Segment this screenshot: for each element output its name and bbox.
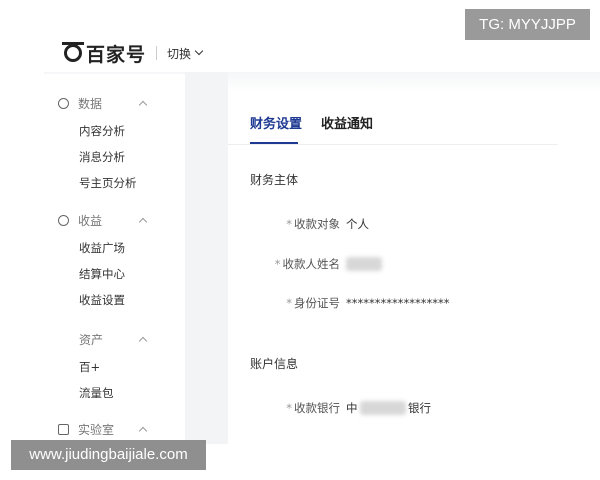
field-label: * 收款人姓名 bbox=[274, 257, 340, 271]
redacted-name bbox=[346, 257, 382, 271]
sidebar-section-assets-header[interactable]: 资产 bbox=[79, 330, 103, 348]
sidebar-item-income-settings[interactable]: 收益设置 bbox=[79, 292, 125, 308]
watermark-bottom: www.jiudingbaijiale.com bbox=[11, 440, 206, 470]
sidebar: 数据 内容分析 消息分析 号主页分析 收益 收益广场 结算中心 收益设置 资产 … bbox=[44, 74, 185, 444]
sidebar-item-traffic-pack[interactable]: 流量包 bbox=[79, 385, 114, 401]
field-label: * 收款对象 bbox=[286, 217, 340, 231]
section-title-account-info: 账户信息 bbox=[250, 357, 299, 371]
chevron-up-icon[interactable] bbox=[138, 336, 148, 346]
field-row-payee-name: * 收款人姓名 bbox=[228, 255, 558, 273]
section-title-finance-subject: 财务主体 bbox=[250, 173, 299, 187]
sidebar-section-data-header[interactable]: 数据 bbox=[58, 94, 102, 112]
tab-finance-settings[interactable]: 财务设置 bbox=[250, 116, 302, 134]
chevron-up-icon[interactable] bbox=[138, 426, 148, 436]
tab-income-notifications[interactable]: 收益通知 bbox=[321, 116, 373, 134]
pie-chart-icon bbox=[58, 97, 69, 109]
field-row-payee-type: * 收款对象 个人 bbox=[228, 215, 558, 233]
field-label: * 身份证号 bbox=[286, 296, 340, 310]
field-value-bank-suffix: 银行 bbox=[408, 401, 431, 415]
sidebar-section-income-header[interactable]: 收益 bbox=[58, 211, 102, 229]
lab-icon bbox=[58, 423, 69, 435]
field-value-id-number: ****************** bbox=[346, 296, 450, 310]
sidebar-item-homepage-analysis[interactable]: 号主页分析 bbox=[79, 175, 137, 191]
switch-label: 切换 bbox=[167, 46, 192, 61]
field-row-bank: * 收款银行 中 银行 bbox=[228, 399, 558, 417]
sidebar-item-content-analysis[interactable]: 内容分析 bbox=[79, 123, 125, 139]
sidebar-item-message-analysis[interactable]: 消息分析 bbox=[79, 149, 125, 165]
field-label: * 收款银行 bbox=[286, 401, 340, 415]
coin-icon bbox=[58, 214, 69, 226]
field-value-payee-type: 个人 bbox=[346, 217, 369, 231]
field-row-id-number: * 身份证号 ****************** bbox=[228, 294, 558, 312]
sidebar-item-income-square[interactable]: 收益广场 bbox=[79, 240, 125, 256]
right-margin bbox=[558, 92, 600, 444]
finance-settings-panel: 财务设置 收益通知 财务主体 * 收款对象 个人 * 收款人姓名 * 身份证号 ***… bbox=[228, 92, 558, 444]
layout-gutter bbox=[185, 72, 228, 444]
sidebar-section-label: 资产 bbox=[79, 332, 104, 347]
sidebar-section-label: 收益 bbox=[78, 213, 103, 228]
redacted-bank-name bbox=[360, 401, 406, 415]
sidebar-item-bai-plus[interactable]: 百+ bbox=[79, 359, 100, 375]
sidebar-section-label: 实验室 bbox=[78, 422, 115, 437]
sidebar-section-label: 数据 bbox=[78, 96, 103, 111]
baijiahao-logo-icon bbox=[62, 42, 84, 62]
watermark-top: TG: MYYJJPP bbox=[465, 9, 590, 40]
field-value-bank-prefix: 中 bbox=[346, 401, 358, 415]
brand-logo[interactable]: 百家号 切换 bbox=[62, 40, 204, 66]
chevron-up-icon[interactable] bbox=[138, 100, 148, 110]
sidebar-item-settlement-center[interactable]: 结算中心 bbox=[79, 266, 125, 282]
chevron-down-icon bbox=[194, 46, 204, 56]
header-divider bbox=[156, 46, 158, 60]
tab-divider bbox=[228, 144, 558, 145]
chevron-up-icon[interactable] bbox=[138, 217, 148, 227]
sidebar-section-lab-header[interactable]: 实验室 bbox=[58, 420, 114, 438]
brand-name: 百家号 bbox=[86, 43, 147, 66]
switch-account-button[interactable]: 切换 bbox=[167, 45, 204, 62]
